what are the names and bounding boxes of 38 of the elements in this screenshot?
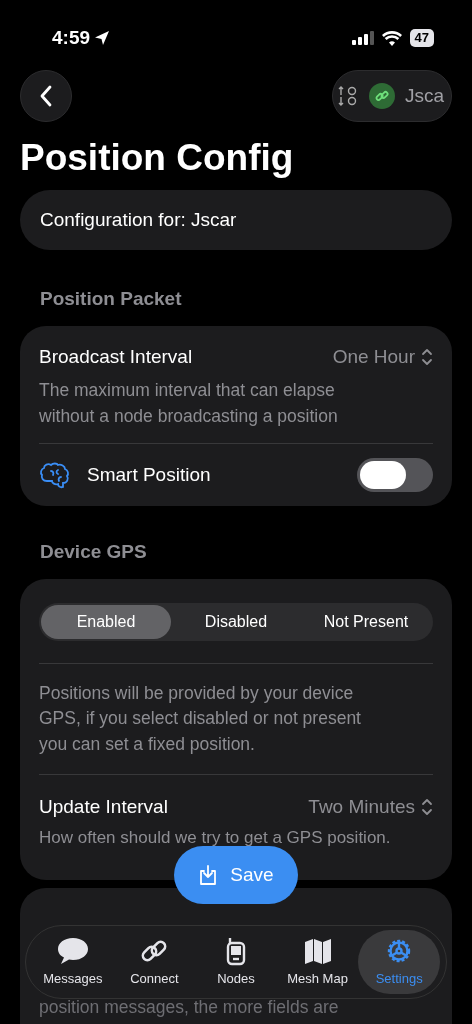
toggle-switch[interactable] — [357, 458, 433, 492]
segment[interactable]: Not Present — [301, 604, 431, 639]
tab-item[interactable]: Connect — [113, 930, 196, 994]
link-status-icon — [369, 83, 395, 109]
row-description: How often should we try to get a GPS position. — [39, 826, 392, 849]
download-icon — [198, 864, 219, 886]
page-title: Position Config — [19, 136, 295, 180]
configuration-card: Configuration for: Jscar — [20, 190, 452, 250]
wifi-icon — [381, 30, 402, 46]
section-header: Device GPS — [39, 540, 148, 564]
segment[interactable]: Disabled — [171, 604, 301, 639]
up-down-chevron-icon — [421, 798, 433, 817]
speech-bubble-icon — [55, 935, 90, 966]
back-button[interactable] — [20, 70, 72, 122]
device-pill[interactable]: Jsca — [332, 70, 452, 122]
row-description: The maximum interval that can elapse without a node broadcasting a position — [39, 379, 339, 428]
tab-item[interactable]: Mesh Map — [276, 930, 359, 994]
chevron-left-icon — [39, 84, 53, 108]
location-arrow-icon — [94, 30, 111, 46]
row-description: position messages, the more fields are — [39, 995, 340, 1018]
handheld-device-icon — [225, 935, 247, 966]
tab-item[interactable]: Nodes — [195, 930, 277, 994]
signal-icon — [351, 31, 374, 45]
section-header: Position Packet — [39, 287, 183, 311]
row-label: Update Interval — [39, 795, 168, 819]
picker[interactable]: Two Minutes — [308, 793, 433, 822]
segment[interactable]: Enabled — [41, 604, 171, 639]
status-time: 4:59 — [52, 25, 91, 50]
row-label: Smart Position — [87, 462, 211, 487]
gps-description: Positions will be provided by your device GPS, if you select disabled or not present you can set a fixed position. — [39, 681, 362, 756]
tab-item[interactable]: Messages — [32, 930, 114, 994]
battery-indicator: 47 — [409, 29, 434, 47]
picker[interactable]: One Hour — [332, 342, 433, 371]
brain-icon — [39, 461, 71, 489]
up-down-chevron-icon — [421, 347, 433, 366]
sort-icon — [337, 85, 359, 107]
row-label: Broadcast Interval — [39, 344, 193, 369]
device-name: Jsca — [405, 83, 445, 108]
